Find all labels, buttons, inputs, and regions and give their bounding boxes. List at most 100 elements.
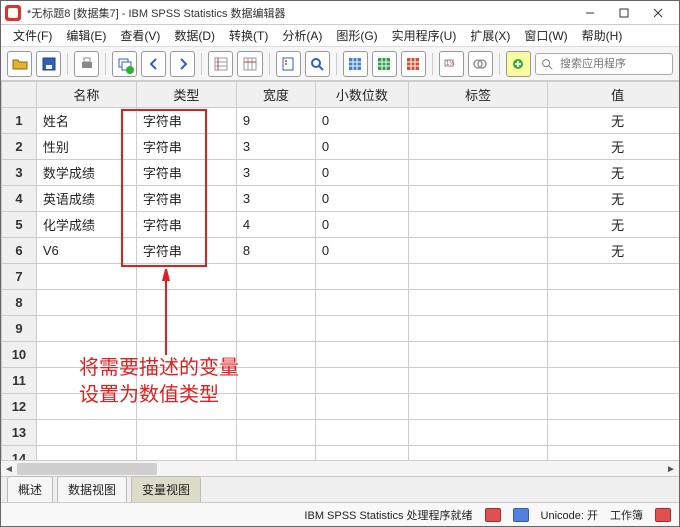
cell-width[interactable] <box>236 290 315 316</box>
search-box[interactable] <box>535 53 673 75</box>
cell-label[interactable] <box>408 108 548 134</box>
menu-extensions[interactable]: 扩展(X) <box>464 25 516 46</box>
cell-decimals[interactable]: 0 <box>315 186 408 212</box>
cell-width[interactable] <box>236 316 315 342</box>
cell-width[interactable] <box>236 264 315 290</box>
print-button[interactable] <box>74 51 99 77</box>
header-decimals[interactable]: 小数位数 <box>315 82 408 108</box>
cell-values[interactable]: 无 <box>548 134 679 160</box>
row-number[interactable]: 6 <box>2 238 37 264</box>
redo-button[interactable] <box>170 51 195 77</box>
menu-analyze[interactable]: 分析(A) <box>276 25 328 46</box>
cell-name[interactable] <box>36 420 136 446</box>
cell-width[interactable]: 8 <box>236 238 315 264</box>
row-number[interactable]: 5 <box>2 212 37 238</box>
menu-help[interactable]: 帮助(H) <box>576 25 629 46</box>
open-button[interactable] <box>7 51 32 77</box>
cell-label[interactable] <box>408 420 548 446</box>
undo-button[interactable] <box>141 51 166 77</box>
scroll-right-icon[interactable]: ► <box>663 461 679 477</box>
menu-graphs[interactable]: 图形(G) <box>330 25 383 46</box>
cell-label[interactable] <box>408 316 548 342</box>
scroll-left-icon[interactable]: ◄ <box>1 461 17 477</box>
cell-values[interactable]: 无 <box>548 186 679 212</box>
maximize-button[interactable] <box>607 3 641 23</box>
row-number[interactable]: 8 <box>2 290 37 316</box>
cell-values[interactable] <box>548 264 679 290</box>
cell-label[interactable] <box>408 238 548 264</box>
cell-label[interactable] <box>408 212 548 238</box>
cell-width[interactable] <box>236 394 315 420</box>
cell-values[interactable]: 无 <box>548 238 679 264</box>
menu-view[interactable]: 查看(V) <box>114 25 166 46</box>
cell-name[interactable] <box>36 316 136 342</box>
cell-decimals[interactable] <box>315 368 408 394</box>
variables-button[interactable] <box>276 51 301 77</box>
cell-decimals[interactable]: 0 <box>315 238 408 264</box>
cell-values[interactable]: 无 <box>548 108 679 134</box>
cell-width[interactable] <box>236 342 315 368</box>
menu-transform[interactable]: 转换(T) <box>223 25 274 46</box>
table-row[interactable]: 3数学成绩字符串30无无 <box>2 160 680 186</box>
row-number[interactable]: 7 <box>2 264 37 290</box>
save-button[interactable] <box>36 51 61 77</box>
cell-width[interactable]: 9 <box>236 108 315 134</box>
header-type[interactable]: 类型 <box>136 82 236 108</box>
cell-width[interactable]: 4 <box>236 212 315 238</box>
select-cases-button[interactable] <box>401 51 426 77</box>
cell-values[interactable] <box>548 446 679 461</box>
cell-type[interactable]: 字符串 <box>136 160 236 186</box>
table-row[interactable]: 6V6字符串80无无 <box>2 238 680 264</box>
search-input[interactable] <box>558 57 668 71</box>
cell-width[interactable]: 3 <box>236 134 315 160</box>
find-button[interactable] <box>305 51 330 77</box>
cell-type[interactable]: 字符串 <box>136 134 236 160</box>
table-row[interactable]: 8 <box>2 290 680 316</box>
row-number[interactable]: 9 <box>2 316 37 342</box>
menu-window[interactable]: 窗口(W) <box>518 25 573 46</box>
header-label[interactable]: 标签 <box>408 82 548 108</box>
table-row[interactable]: 13 <box>2 420 680 446</box>
cell-label[interactable] <box>408 368 548 394</box>
cell-label[interactable] <box>408 342 548 368</box>
cell-values[interactable] <box>548 290 679 316</box>
cell-width[interactable] <box>236 368 315 394</box>
horizontal-scrollbar[interactable]: ◄ ► <box>1 460 679 476</box>
cell-name[interactable]: 姓名 <box>36 108 136 134</box>
cell-decimals[interactable]: 0 <box>315 108 408 134</box>
cell-decimals[interactable] <box>315 290 408 316</box>
row-number[interactable]: 2 <box>2 134 37 160</box>
table-row[interactable]: 7 <box>2 264 680 290</box>
cell-name[interactable]: 化学成绩 <box>36 212 136 238</box>
table-row[interactable]: 5化学成绩字符串40无无 <box>2 212 680 238</box>
cell-decimals[interactable] <box>315 394 408 420</box>
menu-edit[interactable]: 编辑(E) <box>60 25 112 46</box>
menu-file[interactable]: 文件(F) <box>7 25 58 46</box>
cell-width[interactable] <box>236 446 315 461</box>
header-width[interactable]: 宽度 <box>236 82 315 108</box>
cell-type[interactable]: 字符串 <box>136 186 236 212</box>
cell-label[interactable] <box>408 290 548 316</box>
recent-dialogs-button[interactable] <box>112 51 137 77</box>
cell-name[interactable]: V6 <box>36 238 136 264</box>
cell-name[interactable] <box>36 264 136 290</box>
cell-decimals[interactable] <box>315 342 408 368</box>
cell-decimals[interactable] <box>315 264 408 290</box>
row-number[interactable]: 11 <box>2 368 37 394</box>
header-values[interactable]: 值 <box>548 82 679 108</box>
row-number[interactable]: 13 <box>2 420 37 446</box>
cell-name[interactable] <box>36 290 136 316</box>
cell-label[interactable] <box>408 394 548 420</box>
cell-decimals[interactable]: 0 <box>315 160 408 186</box>
goto-case-button[interactable] <box>208 51 233 77</box>
cell-width[interactable]: 3 <box>236 160 315 186</box>
cell-type[interactable]: 字符串 <box>136 238 236 264</box>
cell-type[interactable] <box>136 316 236 342</box>
cell-type[interactable]: 字符串 <box>136 212 236 238</box>
cell-label[interactable] <box>408 264 548 290</box>
header-row-number[interactable] <box>2 82 37 108</box>
weight-cases-button[interactable] <box>372 51 397 77</box>
value-labels-button[interactable]: 1¼ <box>439 51 464 77</box>
cell-type[interactable] <box>136 446 236 461</box>
table-row[interactable]: 4英语成绩字符串30无无 <box>2 186 680 212</box>
